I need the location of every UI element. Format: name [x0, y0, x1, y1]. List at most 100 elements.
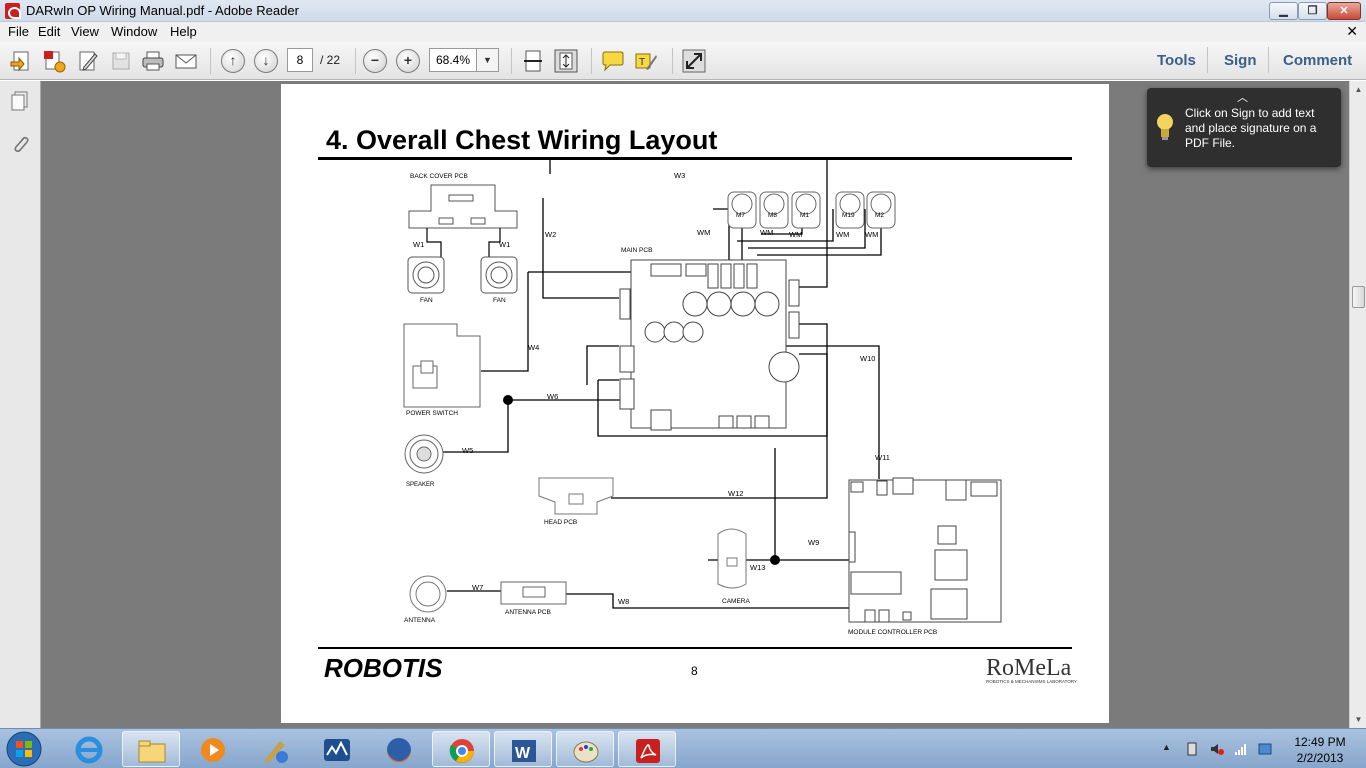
firefox-taskbar-button[interactable]	[370, 731, 428, 767]
w3-label: W3	[674, 171, 685, 180]
window-title: DARwIn OP Wiring Manual.pdf - Adobe Read…	[26, 3, 299, 18]
scroll-up-icon[interactable]: ▲	[1350, 81, 1366, 98]
adobe-reader-taskbar-button[interactable]	[618, 731, 676, 767]
start-button-icon[interactable]	[4, 730, 44, 768]
save-icon[interactable]	[109, 49, 133, 73]
wm-label-3: WM	[789, 230, 802, 239]
antenna-pcb-label: ANTENNA PCB	[505, 609, 551, 616]
previous-page-button[interactable]: ↑	[221, 49, 245, 73]
internet-explorer-icon	[75, 736, 103, 764]
w11-label: W11	[875, 453, 890, 462]
zoom-out-button[interactable]: −	[363, 49, 387, 73]
paint-tool-taskbar-button[interactable]	[246, 731, 304, 767]
lightbulb-icon	[1157, 114, 1173, 140]
menu-bar: File Edit View Window Help ✕	[0, 22, 1366, 42]
media-player-taskbar-button[interactable]	[184, 731, 242, 767]
motor-m1-label: M1	[800, 212, 809, 219]
ie-taskbar-button[interactable]	[60, 731, 118, 767]
back-cover-pcb-label: BACK COVER PCB	[410, 173, 468, 180]
wm-label-2: WM	[760, 228, 773, 237]
wm-label-1: WM	[697, 228, 710, 237]
maximize-button[interactable]: ❐	[1298, 2, 1327, 20]
w1-label-2: W1	[499, 240, 510, 249]
motor-m19-label: M19	[842, 212, 855, 219]
bluetooth-network-icon[interactable]	[1258, 742, 1272, 756]
sign-button[interactable]: Sign	[1224, 52, 1257, 69]
sticky-note-icon[interactable]	[601, 49, 625, 73]
menu-file[interactable]: File	[8, 24, 29, 39]
minimize-button[interactable]: ▁	[1269, 2, 1298, 20]
signal-strength-icon[interactable]	[1234, 742, 1248, 756]
clock-date: 2/2/2013	[1296, 751, 1344, 765]
word-icon: W	[512, 740, 536, 762]
close-button[interactable]: ✕	[1327, 2, 1361, 20]
menu-edit[interactable]: Edit	[38, 24, 60, 39]
camera-label: CAMERA	[722, 598, 750, 605]
combine-files-icon[interactable]	[42, 49, 66, 73]
vertical-scrollbar[interactable]: ▲ ▼	[1349, 81, 1366, 728]
system-clock[interactable]: 12:49 PM 2/2/2013	[1284, 734, 1356, 766]
page-thumbnails-icon[interactable]	[9, 90, 31, 112]
highlight-text-icon[interactable]: T	[634, 49, 658, 73]
full-screen-icon[interactable]	[682, 49, 706, 73]
page-number-input[interactable]: 8	[287, 48, 313, 72]
zoom-in-button[interactable]: +	[396, 49, 420, 73]
svg-text:W: W	[515, 745, 531, 762]
tools-button[interactable]: Tools	[1157, 52, 1196, 69]
edit-document-icon[interactable]	[76, 49, 100, 73]
clock-time: 12:49 PM	[1294, 735, 1346, 749]
head-pcb-label: HEAD PCB	[544, 519, 577, 526]
word-taskbar-button[interactable]: W	[494, 731, 552, 767]
comment-button[interactable]: Comment	[1283, 52, 1352, 69]
w2-label: W2	[545, 230, 556, 239]
create-pdf-icon[interactable]	[9, 49, 33, 73]
email-icon[interactable]	[174, 49, 198, 73]
page-total: / 22	[320, 53, 341, 67]
scroll-down-icon[interactable]: ▼	[1350, 711, 1366, 728]
fit-page-icon[interactable]	[554, 49, 578, 73]
chrome-taskbar-button[interactable]	[432, 731, 490, 767]
w8-label: W8	[618, 597, 629, 606]
zoom-input[interactable]: 68.4%	[429, 48, 477, 72]
wiring-diagram: 4. Overall Chest Wiring Layout BACK COVE…	[318, 125, 1077, 684]
wm-label-5: WM	[865, 230, 878, 239]
wimax-icon	[324, 739, 350, 761]
w1-label: W1	[413, 240, 424, 249]
w13-label: W13	[750, 563, 765, 572]
explorer-taskbar-button[interactable]	[122, 731, 180, 767]
paint-taskbar-button[interactable]	[556, 731, 614, 767]
menu-help[interactable]: Help	[170, 24, 197, 39]
page-heading: 4. Overall Chest Wiring Layout	[326, 125, 717, 155]
navigation-pane	[0, 81, 41, 728]
attachments-icon[interactable]	[9, 133, 31, 155]
scroll-thumb[interactable]	[1352, 286, 1365, 308]
fit-width-icon[interactable]	[521, 49, 545, 73]
print-icon[interactable]	[141, 49, 165, 73]
close-document-icon[interactable]: ✕	[1346, 23, 1358, 40]
w12-label: W12	[728, 489, 743, 498]
motor-m8-label: M8	[768, 212, 777, 219]
wimax-taskbar-button[interactable]	[308, 731, 366, 767]
w10-label: W10	[860, 354, 875, 363]
motor-m2-label: M2	[875, 212, 884, 219]
folder-icon	[138, 740, 166, 763]
w9-label: W9	[808, 538, 819, 547]
volume-muted-icon[interactable]	[1210, 742, 1224, 756]
zoom-dropdown-button[interactable]: ▼	[477, 48, 499, 72]
next-page-button[interactable]: ↓	[254, 49, 278, 73]
svg-text:T: T	[639, 57, 645, 68]
module-controller-pcb-label: MODULE CONTROLLER PCB	[848, 629, 937, 636]
speaker-label: SPEAKER	[406, 482, 435, 488]
chrome-icon	[449, 739, 474, 763]
wm-label-4: WM	[836, 230, 849, 239]
w5-label: W5	[462, 446, 473, 455]
usb-device-icon[interactable]	[1185, 742, 1199, 756]
pdf-page: 4. Overall Chest Wiring Layout BACK COVE…	[281, 84, 1109, 723]
power-switch-label: POWER SWITCH	[406, 410, 458, 417]
adobe-reader-taskbar-icon	[636, 739, 660, 763]
collapse-chevron-icon[interactable]: ︿	[1237, 89, 1248, 105]
menu-window[interactable]: Window	[111, 24, 157, 39]
show-hidden-icons-icon[interactable]: ▲	[1162, 742, 1176, 756]
romela-subtitle: ROBOTICS & MECHANISMS LABORATORY	[986, 679, 1077, 684]
menu-view[interactable]: View	[71, 24, 99, 39]
